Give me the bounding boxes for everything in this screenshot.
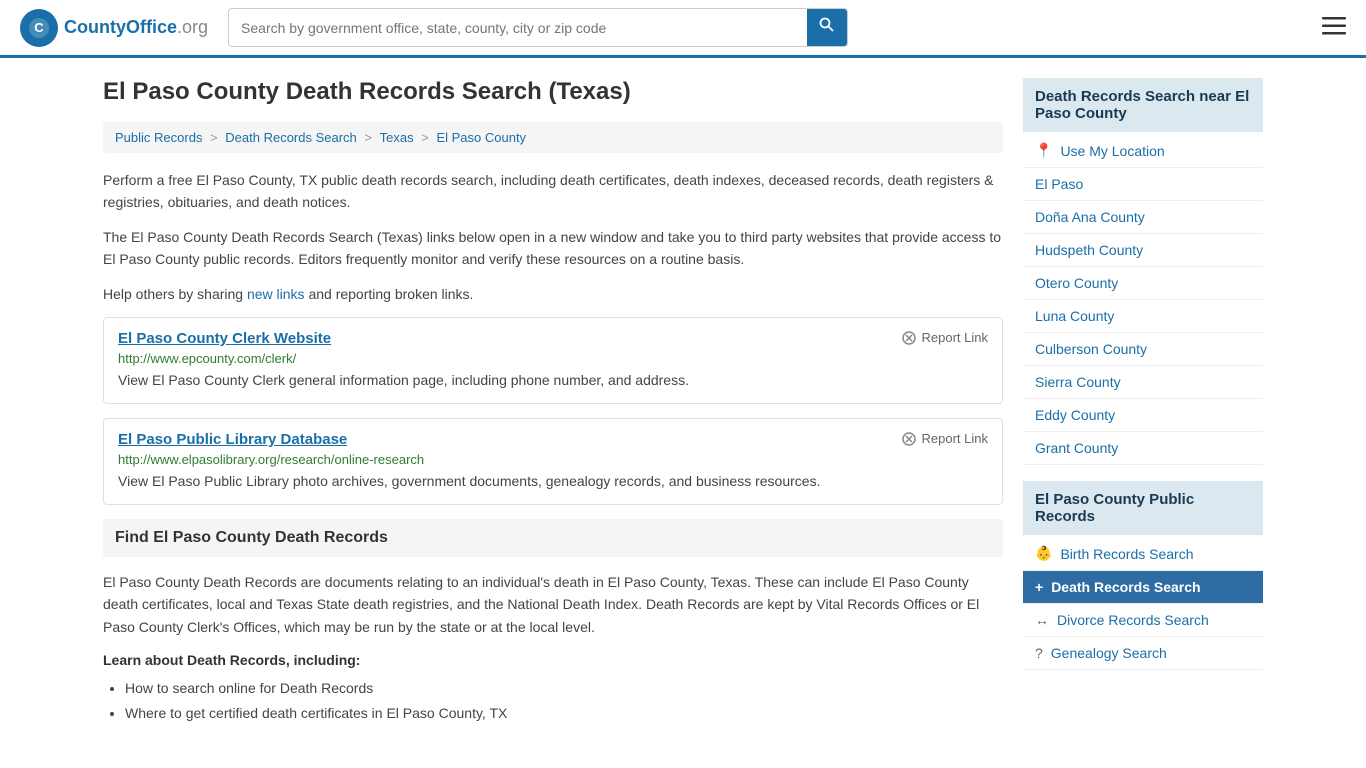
bullet-1: How to search online for Death Records xyxy=(125,676,1003,701)
find-section-body: El Paso County Death Records are documen… xyxy=(103,571,1003,638)
link-title-clerk[interactable]: El Paso County Clerk Website xyxy=(118,330,331,347)
death-icon: + xyxy=(1035,579,1043,595)
link-desc-clerk: View El Paso County Clerk general inform… xyxy=(118,370,988,391)
sidebar-item-divorce-records[interactable]: ↔ Divorce Records Search xyxy=(1023,604,1263,637)
sidebar-nearby-title: Death Records Search near El Paso County xyxy=(1023,78,1263,132)
breadcrumb: Public Records > Death Records Search > … xyxy=(103,122,1003,153)
find-section-heading: Find El Paso County Death Records xyxy=(103,519,1003,557)
sidebar-item-hudspeth[interactable]: Hudspeth County xyxy=(1023,234,1263,267)
sidebar-item-el-paso[interactable]: El Paso xyxy=(1023,168,1263,201)
divorce-icon: ↔ xyxy=(1035,612,1049,628)
page-title: El Paso County Death Records Search (Tex… xyxy=(103,78,1003,106)
sidebar-item-culberson[interactable]: Culberson County xyxy=(1023,333,1263,366)
sidebar: Death Records Search near El Paso County… xyxy=(1023,78,1263,727)
description-2: The El Paso County Death Records Search … xyxy=(103,226,1003,271)
logo-icon: C xyxy=(20,9,58,47)
search-button[interactable] xyxy=(807,9,847,46)
breadcrumb-texas[interactable]: Texas xyxy=(380,130,414,145)
report-link-library[interactable]: Report Link xyxy=(901,431,988,447)
search-input[interactable] xyxy=(229,12,807,44)
learn-heading: Learn about Death Records, including: xyxy=(103,652,1003,668)
sidebar-item-eddy[interactable]: Eddy County xyxy=(1023,399,1263,432)
report-link-clerk[interactable]: Report Link xyxy=(901,330,988,346)
menu-button[interactable] xyxy=(1322,15,1346,41)
link-url-clerk: http://www.epcounty.com/clerk/ xyxy=(118,351,988,366)
logo-text: CountyOffice.org xyxy=(64,17,208,38)
link-entry-clerk: El Paso County Clerk Website Report Link… xyxy=(103,317,1003,404)
sidebar-item-death-records[interactable]: + Death Records Search xyxy=(1023,571,1263,604)
sidebar-public-records-title: El Paso County Public Records xyxy=(1023,481,1263,535)
sidebar-item-birth-records[interactable]: 👶 Birth Records Search xyxy=(1023,537,1263,571)
link-entry-library: El Paso Public Library Database Report L… xyxy=(103,418,1003,505)
breadcrumb-sep-3: > xyxy=(421,130,432,145)
breadcrumb-sep-1: > xyxy=(210,130,221,145)
description-3: Help others by sharing new links and rep… xyxy=(103,283,1003,305)
sidebar-nearby-list: 📍 Use My Location El Paso Doña Ana Count… xyxy=(1023,134,1263,465)
new-links-link[interactable]: new links xyxy=(247,286,305,302)
sidebar-item-luna[interactable]: Luna County xyxy=(1023,300,1263,333)
link-desc-library: View El Paso Public Library photo archiv… xyxy=(118,471,988,492)
bullet-2: Where to get certified death certificate… xyxy=(125,701,1003,726)
sidebar-item-grant[interactable]: Grant County xyxy=(1023,432,1263,465)
sidebar-item-dona-ana[interactable]: Doña Ana County xyxy=(1023,201,1263,234)
breadcrumb-el-paso-county[interactable]: El Paso County xyxy=(436,130,526,145)
location-icon: 📍 xyxy=(1035,142,1052,159)
svg-text:C: C xyxy=(34,20,44,35)
sidebar-public-records-list: 👶 Birth Records Search + Death Records S… xyxy=(1023,537,1263,670)
breadcrumb-public-records[interactable]: Public Records xyxy=(115,130,202,145)
sidebar-item-otero[interactable]: Otero County xyxy=(1023,267,1263,300)
logo[interactable]: C CountyOffice.org xyxy=(20,9,208,47)
link-url-library: http://www.elpasolibrary.org/research/on… xyxy=(118,452,988,467)
link-title-library[interactable]: El Paso Public Library Database xyxy=(118,431,347,448)
learn-bullets: How to search online for Death Records W… xyxy=(103,676,1003,726)
sidebar-item-genealogy[interactable]: ? Genealogy Search xyxy=(1023,637,1263,670)
sidebar-item-use-my-location[interactable]: 📍 Use My Location xyxy=(1023,134,1263,168)
search-bar xyxy=(228,8,848,47)
birth-icon: 👶 xyxy=(1035,545,1052,562)
breadcrumb-death-records-search[interactable]: Death Records Search xyxy=(225,130,357,145)
description-1: Perform a free El Paso County, TX public… xyxy=(103,169,1003,214)
breadcrumb-sep-2: > xyxy=(364,130,375,145)
sidebar-item-sierra[interactable]: Sierra County xyxy=(1023,366,1263,399)
genealogy-icon: ? xyxy=(1035,645,1043,661)
